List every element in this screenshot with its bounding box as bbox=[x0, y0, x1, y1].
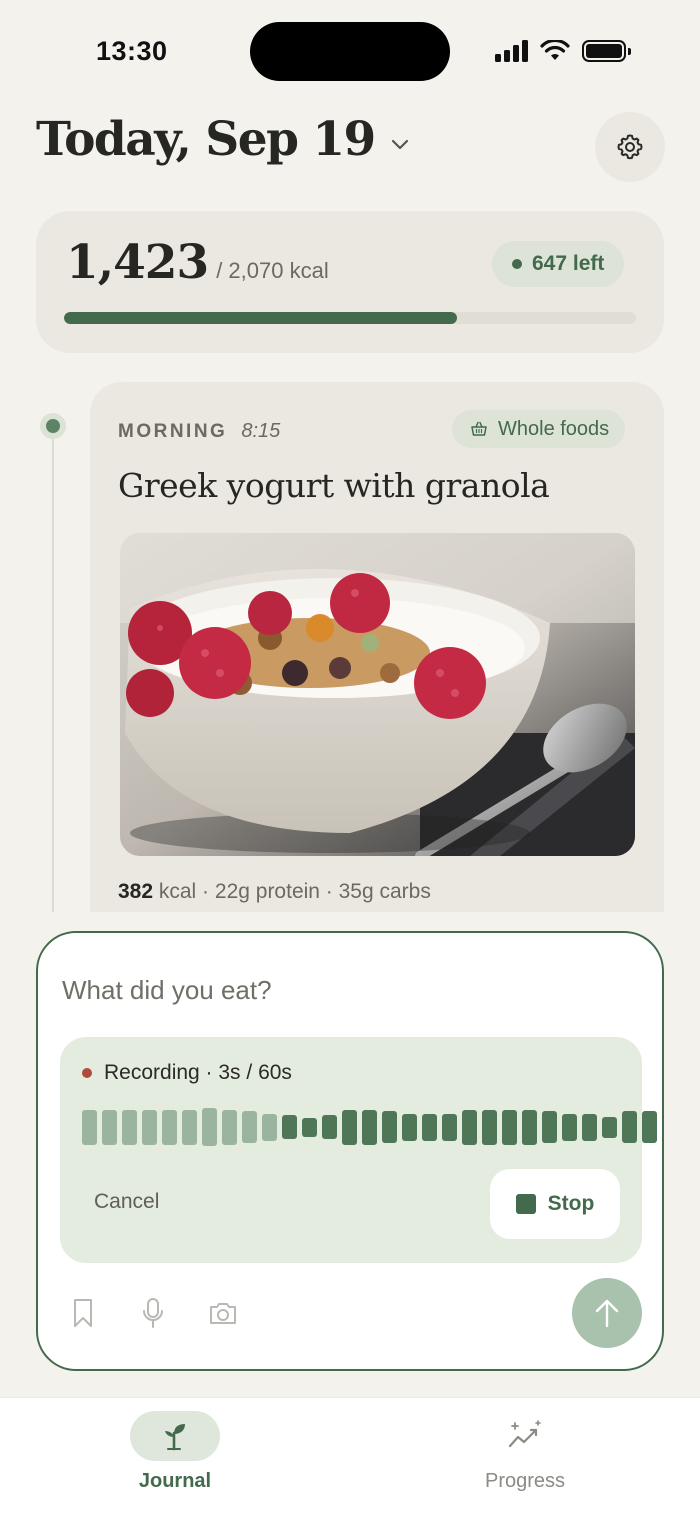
waveform-bar bbox=[102, 1109, 117, 1145]
meal-time: 8:15 bbox=[241, 420, 281, 442]
calories-consumed: 1,423 bbox=[66, 235, 209, 290]
food-entry-composer[interactable]: What did you eat? Recording · 3s / 60s C… bbox=[36, 931, 664, 1371]
send-button[interactable] bbox=[572, 1278, 642, 1348]
status-dot bbox=[512, 259, 522, 269]
remaining-badge: 647 left bbox=[492, 241, 625, 287]
waveform-bar bbox=[382, 1111, 397, 1143]
waveform-bar bbox=[542, 1111, 557, 1143]
waveform-bar bbox=[482, 1109, 497, 1145]
calorie-progress-bar bbox=[64, 312, 636, 324]
waveform-bar bbox=[322, 1115, 337, 1139]
waveform-bar bbox=[462, 1109, 477, 1145]
cancel-button[interactable]: Cancel bbox=[94, 1190, 159, 1214]
waveform-bar bbox=[342, 1109, 357, 1145]
waveform-bar bbox=[282, 1115, 297, 1139]
waveform-bar bbox=[582, 1113, 597, 1141]
meal-card[interactable]: MORNING 8:15 Whole foods Greek yogurt wi… bbox=[90, 382, 664, 912]
waveform-bar bbox=[182, 1109, 197, 1145]
bookmark-button[interactable] bbox=[68, 1297, 98, 1329]
waveform-bar bbox=[222, 1109, 237, 1145]
wifi-icon bbox=[540, 40, 570, 60]
gear-icon bbox=[617, 134, 643, 160]
settings-button[interactable] bbox=[595, 112, 665, 182]
meal-input[interactable]: What did you eat? bbox=[62, 975, 272, 1006]
page-title: Today, Sep 19 bbox=[36, 112, 376, 167]
tab-journal-label: Journal bbox=[138, 1470, 212, 1492]
waveform-bar bbox=[302, 1117, 317, 1137]
waveform-bar bbox=[82, 1109, 97, 1145]
waveform-bar bbox=[502, 1109, 517, 1145]
remaining-label: 647 left bbox=[532, 252, 605, 275]
waveform-bar bbox=[122, 1109, 137, 1145]
waveform-bar bbox=[402, 1113, 417, 1141]
calorie-progress-fill bbox=[64, 312, 457, 324]
audio-waveform bbox=[82, 1107, 657, 1147]
waveform-bar bbox=[442, 1113, 457, 1141]
status-icons bbox=[495, 34, 631, 68]
timeline-line bbox=[52, 434, 54, 912]
tab-bar: Journal Progress bbox=[0, 1397, 700, 1521]
meal-title: Greek yogurt with granola bbox=[118, 466, 550, 505]
stop-icon bbox=[515, 1194, 536, 1214]
recording-panel: Recording · 3s / 60s Cancel Stop bbox=[60, 1037, 657, 1263]
status-time: 13:30 bbox=[96, 36, 168, 66]
composer-toolbar bbox=[68, 1297, 238, 1329]
arrow-up-icon bbox=[595, 1299, 619, 1328]
tab-journal[interactable]: Journal bbox=[0, 1398, 350, 1521]
recording-status: Recording · 3s / 60s bbox=[82, 1061, 292, 1085]
meal-kcal: 382 bbox=[118, 880, 154, 903]
date-selector[interactable]: Today, Sep 19 bbox=[36, 112, 411, 167]
meal-macros: kcal · 22g protein · 35g carbs bbox=[153, 880, 431, 903]
tab-journal-icon-wrap bbox=[130, 1411, 220, 1461]
waveform-bar bbox=[242, 1111, 257, 1143]
battery-icon bbox=[582, 40, 631, 62]
stop-label: Stop bbox=[547, 1192, 595, 1215]
waveform-bar bbox=[142, 1109, 157, 1145]
camera-button[interactable] bbox=[208, 1297, 238, 1329]
waveform-bar bbox=[162, 1109, 177, 1145]
waveform-bar bbox=[622, 1111, 637, 1143]
waveform-bar bbox=[422, 1113, 437, 1141]
meal-nutrition-summary: 382 kcal · 22g protein · 35g carbs bbox=[118, 880, 431, 904]
waveform-bar bbox=[522, 1109, 537, 1145]
calorie-summary-card: 1,423 / 2,070 kcal 647 left bbox=[36, 211, 664, 353]
tab-progress-label: Progress bbox=[484, 1470, 566, 1492]
basket-icon bbox=[471, 421, 487, 436]
waveform-bar bbox=[642, 1111, 657, 1143]
yogurt-bowl-photo bbox=[120, 533, 635, 856]
sprout-icon bbox=[165, 1424, 185, 1451]
waveform-bar bbox=[602, 1116, 617, 1138]
waveform-bar bbox=[362, 1109, 377, 1145]
microphone-button[interactable] bbox=[138, 1297, 168, 1329]
camera-icon bbox=[210, 1303, 236, 1324]
tab-progress[interactable]: Progress bbox=[350, 1398, 700, 1521]
meal-photo[interactable] bbox=[120, 533, 635, 856]
tab-progress-icon-wrap bbox=[480, 1411, 570, 1461]
microphone-icon bbox=[143, 1298, 163, 1328]
calorie-goal: / 2,070 kcal bbox=[216, 258, 329, 283]
waveform-bar bbox=[262, 1113, 277, 1141]
waveform-bar bbox=[202, 1108, 217, 1146]
meal-period: MORNING bbox=[118, 421, 228, 442]
bookmark-icon bbox=[74, 1299, 92, 1327]
food-tag-badge[interactable]: Whole foods bbox=[452, 410, 626, 448]
stop-recording-button[interactable]: Stop bbox=[490, 1169, 620, 1239]
timeline-marker bbox=[40, 413, 66, 439]
sparkle-trend-icon bbox=[508, 1420, 541, 1448]
chevron-down-icon bbox=[391, 139, 408, 149]
waveform-bar bbox=[562, 1113, 577, 1141]
dynamic-island bbox=[250, 22, 450, 81]
food-tag-label: Whole foods bbox=[498, 417, 610, 440]
cellular-signal-icon bbox=[495, 40, 528, 62]
status-bar: 13:30 bbox=[0, 0, 700, 100]
recording-dot-icon bbox=[82, 1068, 92, 1078]
recording-status-text: Recording · 3s / 60s bbox=[104, 1061, 292, 1084]
